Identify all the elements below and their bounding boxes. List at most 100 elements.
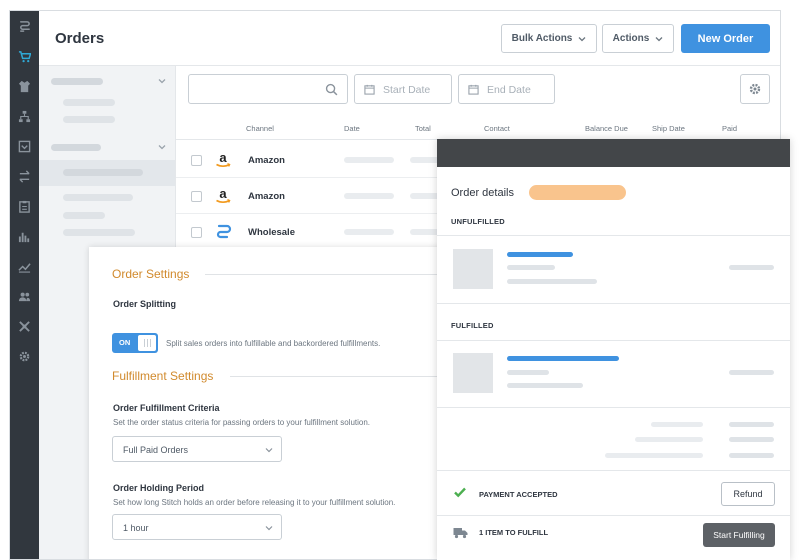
- product-name-placeholder[interactable]: [507, 356, 619, 361]
- chevron-down-icon: [655, 36, 663, 41]
- column-header-ship-date[interactable]: Ship Date: [652, 124, 685, 133]
- shirt-icon[interactable]: [10, 75, 39, 97]
- calendar-icon: [468, 84, 479, 95]
- row-checkbox[interactable]: [191, 227, 202, 238]
- order-settings-title: Order Settings: [112, 267, 190, 281]
- status-badge: [529, 185, 626, 200]
- toggle-state-label: ON: [119, 338, 131, 347]
- amazon-logo-icon: a: [216, 187, 231, 203]
- column-header-total[interactable]: Total: [415, 124, 431, 133]
- column-header-channel[interactable]: Channel: [246, 124, 274, 133]
- users-icon[interactable]: [10, 285, 39, 307]
- logo-icon[interactable]: [10, 15, 39, 37]
- fulfillment-criteria-select[interactable]: Full Paid Orders: [112, 436, 282, 462]
- summary-value-placeholder: [729, 437, 774, 442]
- chevron-down-icon[interactable]: [158, 77, 166, 85]
- order-splitting-toggle[interactable]: ON: [112, 333, 158, 353]
- section-divider: [437, 470, 790, 471]
- summary-label-placeholder: [635, 437, 703, 442]
- column-header-paid[interactable]: Paid: [722, 124, 737, 133]
- start-fulfilling-button[interactable]: Start Fulfilling: [703, 523, 775, 547]
- channel-name: Wholesale: [248, 227, 295, 238]
- order-splitting-description: Split sales orders into fulfillable and …: [166, 339, 381, 348]
- toggle-knob[interactable]: [138, 335, 156, 351]
- filter-group-placeholder: [51, 144, 101, 151]
- filter-item-placeholder[interactable]: [63, 99, 115, 106]
- svg-text:a: a: [219, 151, 227, 165]
- checkmark-icon: [454, 487, 466, 498]
- product-price-placeholder: [729, 265, 774, 270]
- svg-text:a: a: [219, 187, 227, 201]
- holding-period-select[interactable]: 1 hour: [112, 514, 282, 540]
- holding-period-label: Order Holding Period: [113, 483, 205, 493]
- total-placeholder: [410, 193, 440, 199]
- fulfillment-criteria-value: Full Paid Orders: [123, 445, 189, 455]
- trend-icon[interactable]: [10, 255, 39, 277]
- order-details-title: Order details: [451, 187, 514, 199]
- gear-icon[interactable]: [10, 345, 39, 367]
- date-placeholder: [344, 229, 394, 235]
- truck-icon: [453, 528, 468, 539]
- end-date-input[interactable]: End Date: [458, 74, 555, 104]
- filter-item-placeholder[interactable]: [63, 116, 115, 123]
- integrations-icon[interactable]: [10, 315, 39, 337]
- section-divider: [437, 303, 790, 304]
- summary-label-placeholder: [651, 422, 703, 427]
- product-meta-placeholder: [507, 370, 549, 375]
- section-divider: [437, 235, 790, 236]
- actions-label: Actions: [612, 33, 650, 44]
- column-header-date[interactable]: Date: [344, 124, 360, 133]
- fulfillment-criteria-label: Order Fulfillment Criteria: [113, 403, 220, 413]
- chevron-down-icon: [578, 36, 586, 41]
- summary-label-placeholder: [605, 453, 703, 458]
- search-input[interactable]: [188, 74, 348, 104]
- product-price-placeholder: [729, 370, 774, 375]
- channel-name: Amazon: [248, 191, 285, 202]
- section-divider: [205, 274, 449, 275]
- product-thumbnail: [453, 353, 493, 393]
- filter-item-placeholder[interactable]: [63, 229, 135, 236]
- table-settings-button[interactable]: [740, 74, 770, 104]
- clipboard-icon[interactable]: [10, 195, 39, 217]
- chevron-down-icon: [265, 526, 273, 531]
- order-settings-card: Order Settings Order Splitting ON Split …: [89, 247, 449, 559]
- product-meta-placeholder: [507, 279, 597, 284]
- product-name-placeholder[interactable]: [507, 252, 573, 257]
- fulfillment-settings-title: Fulfillment Settings: [112, 369, 214, 383]
- holding-period-value: 1 hour: [123, 523, 149, 533]
- refund-button[interactable]: Refund: [721, 482, 775, 506]
- new-order-button[interactable]: New Order: [681, 24, 770, 53]
- filter-item-placeholder[interactable]: [63, 169, 143, 176]
- fulfillment-criteria-description: Set the order status criteria for passin…: [113, 418, 371, 427]
- holding-period-description: Set how long Stitch holds an order befor…: [113, 498, 396, 507]
- chevron-down-icon[interactable]: [158, 143, 166, 151]
- hierarchy-icon[interactable]: [10, 105, 39, 127]
- column-header-contact[interactable]: Contact: [484, 124, 510, 133]
- column-header-balance-due[interactable]: Balance Due: [585, 124, 628, 133]
- page-title: Orders: [55, 30, 105, 47]
- inbox-icon[interactable]: [10, 135, 39, 157]
- transfer-icon[interactable]: [10, 165, 39, 187]
- channel-name: Amazon: [248, 155, 285, 166]
- filter-item-placeholder[interactable]: [63, 212, 105, 219]
- section-divider: [437, 407, 790, 408]
- start-date-placeholder: Start Date: [383, 84, 431, 96]
- icon-rail: [10, 11, 39, 559]
- bar-chart-icon[interactable]: [10, 225, 39, 247]
- date-placeholder: [344, 193, 394, 199]
- bulk-actions-button[interactable]: Bulk Actions: [501, 24, 597, 53]
- order-details-panel: Order details UNFULFILLED FULFILLED PAYM…: [437, 139, 790, 560]
- summary-value-placeholder: [729, 453, 774, 458]
- summary-value-placeholder: [729, 422, 774, 427]
- filter-item-placeholder[interactable]: [63, 194, 133, 201]
- filter-group-placeholder: [51, 78, 103, 85]
- row-checkbox[interactable]: [191, 155, 202, 166]
- calendar-icon: [364, 84, 375, 95]
- total-placeholder: [410, 157, 440, 163]
- cart-icon[interactable]: [10, 45, 39, 67]
- row-checkbox[interactable]: [191, 191, 202, 202]
- actions-button[interactable]: Actions: [602, 24, 674, 53]
- start-date-input[interactable]: Start Date: [354, 74, 452, 104]
- fulfilled-label: FULFILLED: [451, 321, 494, 330]
- date-placeholder: [344, 157, 394, 163]
